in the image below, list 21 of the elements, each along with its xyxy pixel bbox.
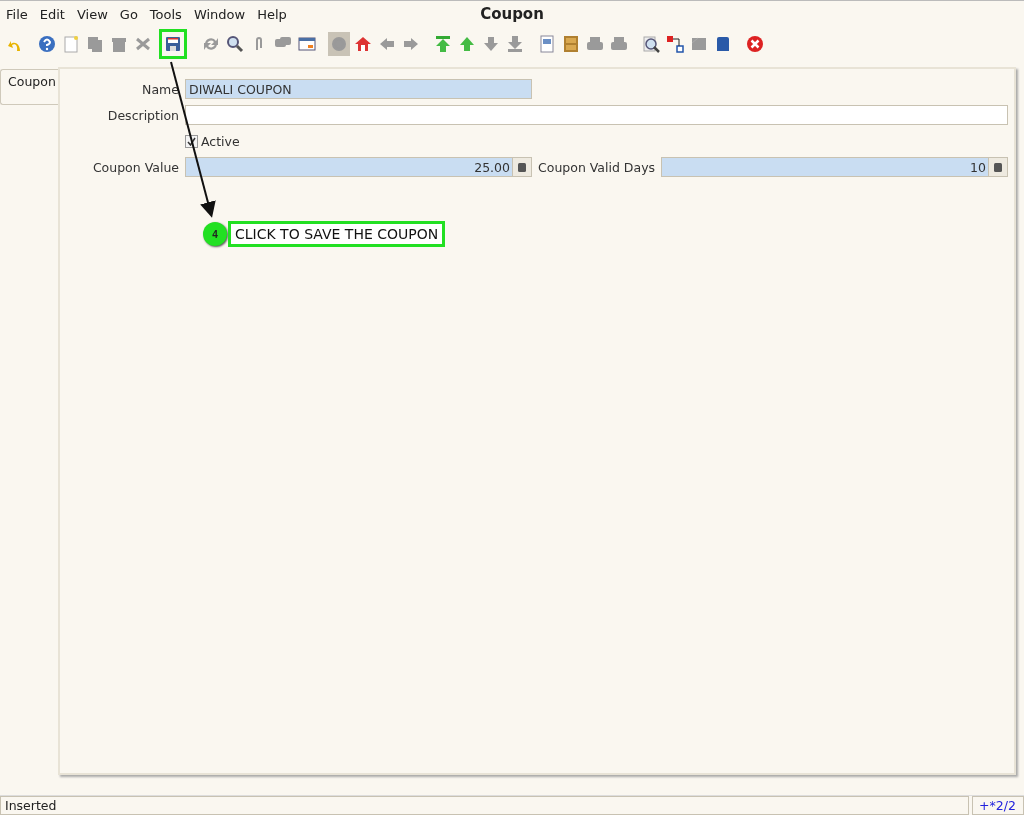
field-label: Coupon Valid Days bbox=[537, 159, 657, 175]
status-message: Inserted bbox=[0, 796, 969, 815]
checkbox-label: Active bbox=[201, 133, 240, 149]
callout-text: CLICK TO SAVE THE COUPON bbox=[228, 221, 446, 247]
field-label: Coupon Value bbox=[91, 159, 180, 175]
field-label: Description bbox=[106, 107, 180, 123]
valid-days-field[interactable]: 10 bbox=[661, 157, 1008, 177]
coupon-value-field[interactable]: 25.00 bbox=[185, 157, 532, 177]
step-number: 4 bbox=[203, 222, 227, 246]
menu-item[interactable]: Tools bbox=[143, 6, 188, 22]
record-counter: +*2/2 bbox=[972, 796, 1024, 815]
field-label: Name bbox=[141, 81, 180, 97]
menu-item[interactable]: Edit bbox=[33, 6, 71, 22]
menu-item[interactable]: View bbox=[70, 6, 114, 22]
menu-item[interactable]: Window bbox=[187, 6, 252, 22]
name-field[interactable]: DIWALI COUPON bbox=[185, 79, 532, 99]
menu-item[interactable]: Go bbox=[113, 6, 144, 22]
window-title: Coupon bbox=[480, 5, 544, 23]
menu-item[interactable]: Help bbox=[251, 6, 293, 22]
tab[interactable]: Coupon bbox=[0, 69, 58, 105]
menu-item[interactable]: File bbox=[0, 6, 34, 22]
